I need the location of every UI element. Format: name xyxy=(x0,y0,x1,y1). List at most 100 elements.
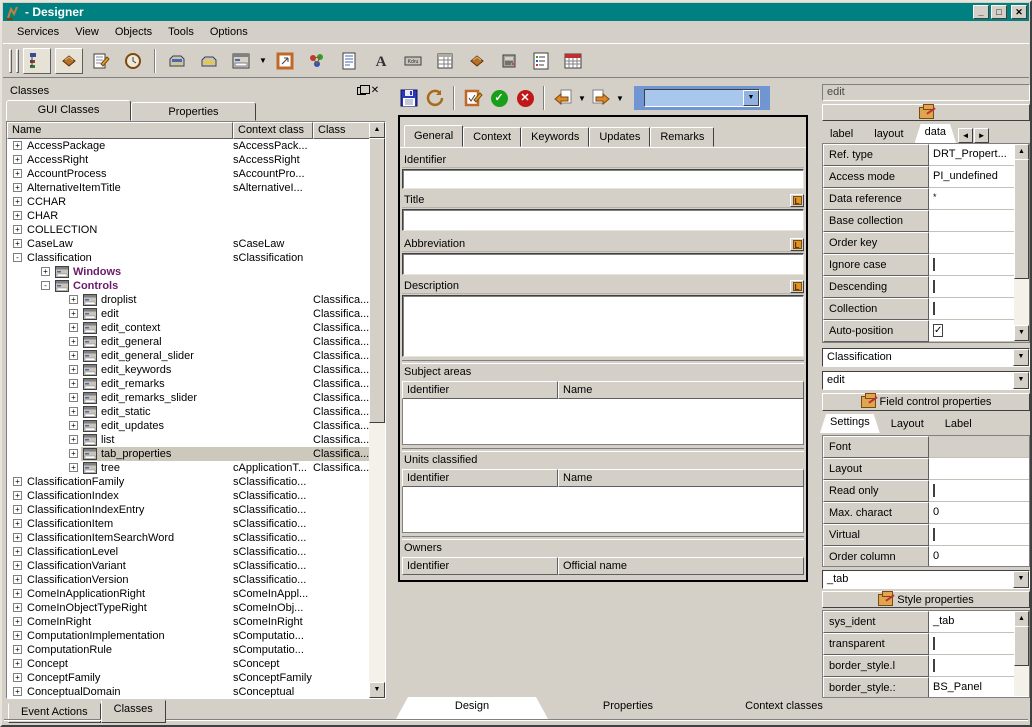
tree-row-edit_keywords[interactable]: +edit_keywordsClassifica... xyxy=(7,363,369,377)
property-value[interactable]: 0 xyxy=(929,546,1029,567)
expand-expand-icon[interactable]: + xyxy=(13,155,22,164)
identifier-input[interactable] xyxy=(402,169,804,189)
expand-expand-icon[interactable]: + xyxy=(69,337,78,346)
tab-remarks[interactable]: Remarks xyxy=(650,127,714,147)
expand-expand-icon[interactable]: + xyxy=(13,561,22,570)
chevron-down-icon[interactable]: ▼ xyxy=(1013,372,1029,389)
toolbar-grip[interactable] xyxy=(16,49,19,73)
tree-row-edit_updates[interactable]: +edit_updatesClassifica... xyxy=(7,419,369,433)
tree-row-ClassificationVersion[interactable]: +ClassificationVersionsClassificatio... xyxy=(7,573,369,587)
float-panel-icon[interactable] xyxy=(354,84,368,97)
expand-expand-icon[interactable]: + xyxy=(13,197,22,206)
tree-row-list[interactable]: +listClassifica... xyxy=(7,433,369,447)
abbreviation-input[interactable] xyxy=(402,253,804,275)
section-divider[interactable] xyxy=(402,448,804,452)
toolbar-grip[interactable] xyxy=(9,49,12,73)
class-browser-icon[interactable] xyxy=(23,48,51,74)
subject-areas-table[interactable] xyxy=(402,399,804,445)
colored-list-icon[interactable] xyxy=(527,48,555,74)
tab-scroll-left-icon[interactable]: ◄ xyxy=(958,128,973,143)
section-divider[interactable] xyxy=(402,536,804,540)
expand-expand-icon[interactable]: + xyxy=(13,519,22,528)
tab-label[interactable]: Label xyxy=(935,416,982,433)
menu-options[interactable]: Options xyxy=(202,24,256,41)
expand-expand-icon[interactable]: + xyxy=(13,575,22,584)
tree-row-CaseLaw[interactable]: +CaseLawsCaseLaw xyxy=(7,237,369,251)
tree-row-Classification[interactable]: -ClassificationsClassification xyxy=(7,251,369,265)
close-panel-icon[interactable]: ✕ xyxy=(368,84,382,97)
expand-expand-icon[interactable]: + xyxy=(13,645,22,654)
nav-forward-icon[interactable] xyxy=(588,86,614,110)
property-value[interactable] xyxy=(929,524,1029,546)
units-classified-col-identifier[interactable]: Identifier xyxy=(402,469,558,487)
style-grid-scrollbar[interactable]: ▲ xyxy=(1014,611,1029,696)
tree-row-ClassificationItem[interactable]: +ClassificationItemsClassificatio... xyxy=(7,517,369,531)
tab-classes[interactable]: Classes xyxy=(101,700,166,723)
scroll-up-icon[interactable]: ▲ xyxy=(1014,144,1029,160)
column-header-class[interactable]: Class xyxy=(313,122,373,139)
checkbox-unchecked[interactable] xyxy=(933,302,935,315)
tree-row-edit_context[interactable]: +edit_contextClassifica... xyxy=(7,321,369,335)
expand-expand-icon[interactable]: + xyxy=(69,421,78,430)
expand-expand-icon[interactable]: + xyxy=(69,365,78,374)
tab-general[interactable]: General xyxy=(404,125,463,147)
field-control-properties-button[interactable]: Field control properties xyxy=(822,393,1030,411)
expand-expand-icon[interactable]: + xyxy=(13,169,22,178)
expand-collapse-icon[interactable]: - xyxy=(41,281,50,290)
expand-expand-icon[interactable]: + xyxy=(69,435,78,444)
shortcut-plaque-icon[interactable]: Kdru xyxy=(399,48,427,74)
menu-tools[interactable]: Tools xyxy=(160,24,202,41)
tab-updates[interactable]: Updates xyxy=(589,127,650,147)
scroll-down-icon[interactable]: ▼ xyxy=(1014,325,1029,341)
table-grid-icon[interactable] xyxy=(431,48,459,74)
selected-control-field[interactable]: edit xyxy=(822,84,1030,101)
style-combobox[interactable]: _tab ▼ xyxy=(822,570,1030,589)
expand-expand-icon[interactable]: + xyxy=(69,449,78,458)
maximize-button[interactable]: □ xyxy=(991,5,1007,19)
tree-row-ComeInRight[interactable]: +ComeInRightsComeInRight xyxy=(7,615,369,629)
object-package-icon[interactable] xyxy=(55,48,83,74)
tree-row-AccessPackage[interactable]: +AccessPackagesAccessPack... xyxy=(7,139,369,153)
menu-view[interactable]: View xyxy=(67,24,107,41)
minimize-button[interactable]: _ xyxy=(973,5,989,19)
design-surface[interactable]: GeneralContextKeywordsUpdatesRemarks Ide… xyxy=(398,115,808,582)
tree-row-AccountProcess[interactable]: +AccountProcesssAccountPro... xyxy=(7,167,369,181)
expand-expand-icon[interactable]: + xyxy=(13,631,22,640)
refresh-icon[interactable] xyxy=(422,86,448,110)
expand-expand-icon[interactable]: + xyxy=(69,323,78,332)
property-value[interactable]: 0 xyxy=(929,502,1029,524)
tree-row-AlternativeItemTitle[interactable]: +AlternativeItemTitlesAlternativeI... xyxy=(7,181,369,195)
drawer-blue-icon[interactable] xyxy=(163,48,191,74)
tab-properties[interactable]: Properties xyxy=(552,697,704,719)
checkbox-unchecked[interactable] xyxy=(933,637,935,650)
owners-col-identifier[interactable]: Identifier xyxy=(402,557,558,575)
style-properties-button[interactable]: Style properties xyxy=(822,591,1030,608)
title-bar[interactable]: - Designer _ □ ✕ xyxy=(3,3,1029,21)
object-package-icon[interactable] xyxy=(463,48,491,74)
expand-expand-icon[interactable]: + xyxy=(13,589,22,598)
description-textarea[interactable] xyxy=(402,295,804,357)
checkbox-unchecked[interactable] xyxy=(933,484,935,497)
tab-label[interactable]: label xyxy=(820,126,863,143)
form-window-icon[interactable] xyxy=(227,48,255,74)
expand-collapse-icon[interactable]: - xyxy=(13,253,22,262)
expand-expand-icon[interactable]: + xyxy=(69,463,78,472)
control-combobox[interactable]: edit ▼ xyxy=(822,371,1030,390)
tree-row-droplist[interactable]: +droplistClassifica... xyxy=(7,293,369,307)
tab-properties[interactable]: Properties xyxy=(131,102,256,121)
language-icon[interactable]: L xyxy=(790,194,804,207)
nav-back-icon[interactable] xyxy=(550,86,576,110)
scrollbar-thumb[interactable] xyxy=(369,138,385,423)
expand-expand-icon[interactable]: + xyxy=(13,533,22,542)
expand-expand-icon[interactable]: + xyxy=(69,351,78,360)
font-a-icon[interactable]: A xyxy=(367,48,395,74)
tree-row-ClassificationIndexEntry[interactable]: +ClassificationIndexEntrysClassificatio.… xyxy=(7,503,369,517)
tab-layout[interactable]: Layout xyxy=(881,416,934,433)
expand-expand-icon[interactable]: + xyxy=(13,239,22,248)
tab-gui-classes[interactable]: GUI Classes xyxy=(6,100,131,121)
checkbox-checked[interactable]: ✓ xyxy=(933,324,943,337)
expand-expand-icon[interactable]: + xyxy=(69,379,78,388)
tree-row-AccessRight[interactable]: +AccessRightsAccessRight xyxy=(7,153,369,167)
chevron-down-icon[interactable]: ▼ xyxy=(257,48,269,74)
expand-expand-icon[interactable]: + xyxy=(13,211,22,220)
